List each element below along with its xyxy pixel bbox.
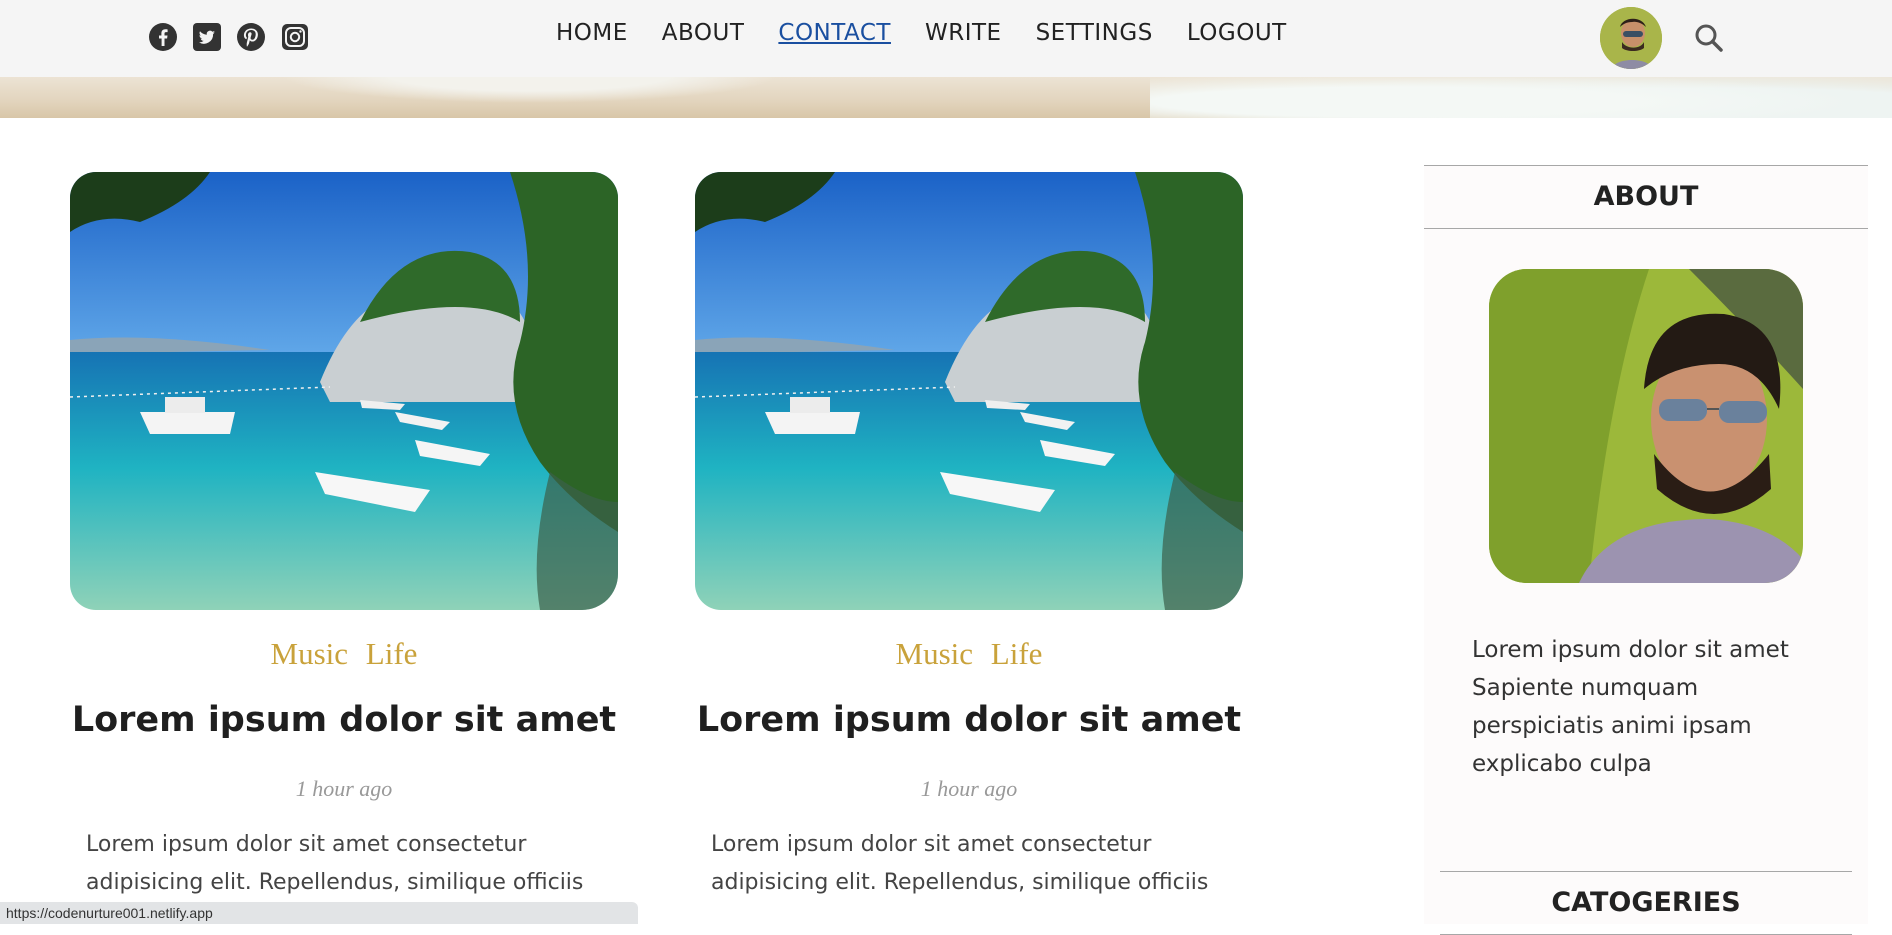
nav-logout[interactable]: LOGOUT [1187, 20, 1287, 46]
sidebar-categories-title: CATOGERIES [1440, 871, 1852, 935]
social-icons [148, 22, 310, 52]
post-card[interactable]: Music Life Lorem ipsum dolor sit amet 1 … [70, 172, 618, 902]
nav-contact[interactable]: CONTACT [778, 20, 891, 46]
post-categories[interactable]: Music Life [695, 636, 1243, 672]
post-card[interactable]: Music Life Lorem ipsum dolor sit amet 1 … [695, 172, 1243, 902]
post-date: 1 hour ago [295, 776, 393, 801]
pinterest-icon[interactable] [236, 22, 266, 52]
sidebar-about-text: Lorem ipsum dolor sit amet Sapiente numq… [1472, 637, 1789, 777]
post-image[interactable] [70, 172, 618, 610]
nav-write[interactable]: WRITE [925, 20, 1002, 46]
header-beach-image [0, 77, 1892, 118]
top-navbar: HOME ABOUT CONTACT WRITE SETTINGS LOGOUT [0, 0, 1892, 77]
search-icon[interactable] [1693, 22, 1725, 54]
post-description: Lorem ipsum dolor sit amet consectetur a… [86, 832, 584, 895]
main-nav: HOME ABOUT CONTACT WRITE SETTINGS LOGOUT [556, 20, 1287, 46]
post-image[interactable] [695, 172, 1243, 610]
post-date: 1 hour ago [920, 776, 1018, 801]
facebook-icon[interactable] [148, 22, 178, 52]
post-categories[interactable]: Music Life [70, 636, 618, 672]
post-title[interactable]: Lorem ipsum dolor sit amet [70, 700, 618, 740]
nav-about[interactable]: ABOUT [662, 20, 745, 46]
status-url: https://codenurture001.netlify.app [0, 902, 638, 924]
twitter-icon[interactable] [192, 22, 222, 52]
nav-settings[interactable]: SETTINGS [1036, 20, 1153, 46]
nav-home[interactable]: HOME [556, 20, 628, 46]
sidebar: ABOUT Lorem ipsum dolor sit amet Sapient… [1424, 165, 1868, 935]
post-title[interactable]: Lorem ipsum dolor sit amet [695, 700, 1243, 740]
sidebar-about-title: ABOUT [1424, 165, 1868, 229]
sidebar-profile-photo [1489, 269, 1803, 583]
user-avatar[interactable] [1600, 7, 1662, 69]
post-description: Lorem ipsum dolor sit amet consectetur a… [711, 832, 1209, 895]
instagram-icon[interactable] [280, 22, 310, 52]
